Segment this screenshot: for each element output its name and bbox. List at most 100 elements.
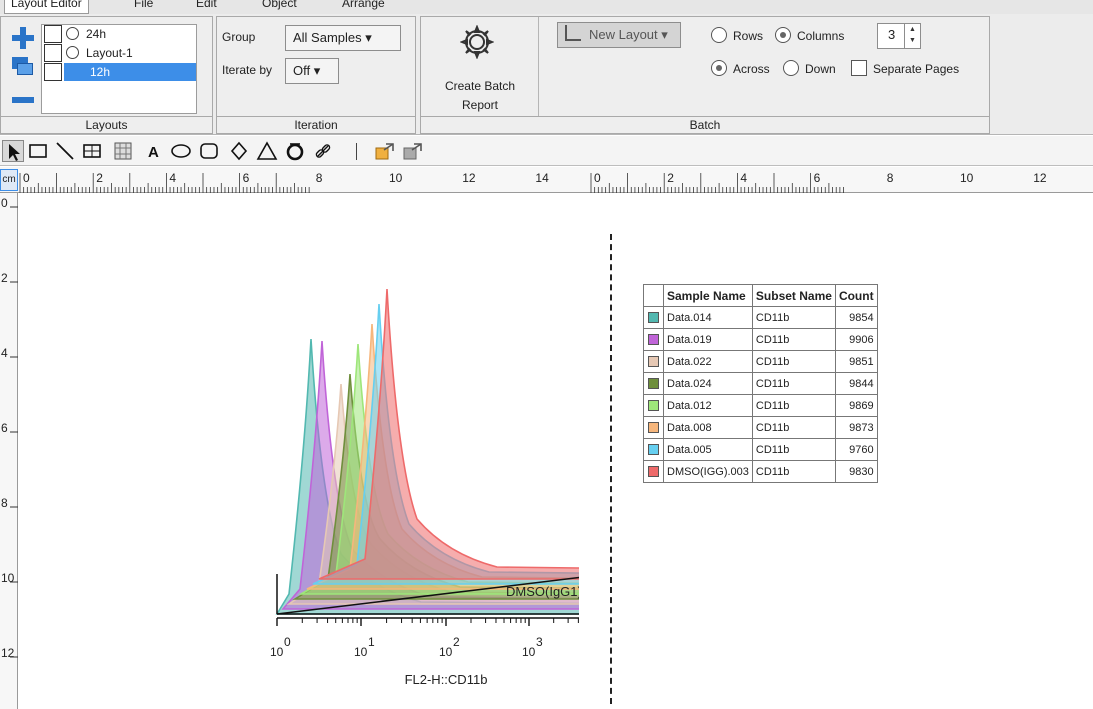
legend-sample-name: Data.005 (663, 438, 753, 461)
legend-count: 9844 (834, 372, 878, 395)
legend-sample-name: Data.008 (663, 416, 753, 439)
color-swatch (648, 400, 659, 412)
ruler-label: 2 (667, 171, 674, 185)
legend-row[interactable]: Data.005 CD11b 9760 (643, 438, 878, 461)
histogram-overlay-plot[interactable]: 100101102103104 DMSO(IgG1) FL2-H::CD11b (19, 194, 579, 709)
legend-sample-name: DMSO(IGG).003 (663, 460, 753, 483)
vertical-ruler[interactable]: 0 2 4 6 8 10 12 (0, 193, 18, 709)
legend-swatch-cell (643, 460, 664, 483)
layout-checkbox[interactable] (44, 44, 62, 62)
legend-sample-name: Data.012 (663, 394, 753, 417)
layout-radio[interactable] (66, 27, 79, 40)
down-radio[interactable] (783, 60, 799, 76)
pointer-tool-icon[interactable] (2, 140, 24, 162)
triangle-tool-icon[interactable] (256, 140, 278, 162)
sample-legend-table[interactable]: Sample Name Subset Name Count Data.014 CD… (643, 284, 878, 483)
ruler-label: 10 (1, 571, 15, 585)
down-label: Down (805, 62, 836, 76)
legend-row[interactable]: Data.022 CD11b 9851 (643, 350, 878, 373)
line-tool-icon[interactable] (54, 140, 76, 162)
legend-sample-name: Data.019 (663, 328, 753, 351)
rows-radio[interactable] (711, 27, 727, 43)
layout-item-label: Layout-1 (86, 46, 133, 60)
legend-subset-name: CD11b (751, 394, 836, 417)
legend-body: Data.014 CD11b 9854 Data.019 CD11b 9906 Data.0… (643, 306, 878, 483)
create-batch-report-button[interactable]: Create Batch Report (421, 17, 539, 116)
ruler-label: 0 (1, 196, 8, 210)
across-radio[interactable] (711, 60, 727, 76)
send-backward-icon[interactable] (402, 140, 424, 162)
selection-highlight (64, 63, 196, 81)
rounded-rect-tool-icon[interactable] (198, 140, 220, 162)
add-layout-icon[interactable] (12, 27, 34, 49)
vertical-ruler-ticks: 0 2 4 6 8 10 12 (1, 196, 18, 660)
layout-item-12h[interactable]: 12h (42, 63, 196, 81)
ruler-label: 2 (1, 271, 8, 285)
columns-label: Columns (797, 29, 845, 43)
ellipse-tool-icon[interactable] (170, 140, 192, 162)
legend-subset-name: CD11b (751, 372, 836, 395)
layout-item-24h[interactable]: 24h (42, 25, 196, 43)
layouts-group: 24h Layout-1 12h Layouts (0, 16, 213, 134)
grid-tool-icon[interactable] (112, 140, 134, 162)
legend-count: 9830 (834, 460, 878, 483)
duplicate-layout-icon[interactable] (12, 57, 34, 75)
layout-list[interactable]: 24h Layout-1 12h (41, 24, 197, 114)
text-tool-icon[interactable]: A (142, 140, 164, 162)
ruler-label: 6 (1, 421, 8, 435)
legend-row[interactable]: Data.008 CD11b 9873 (643, 416, 878, 439)
bring-forward-icon[interactable] (374, 140, 396, 162)
table-tool-icon[interactable] (81, 140, 103, 162)
new-layout-button[interactable]: New Layout ▾ (557, 22, 681, 48)
histogram-curves (275, 288, 579, 615)
create-batch-label-2: Report (461, 98, 499, 112)
legend-row[interactable]: DMSO(IGG).003 CD11b 9830 (643, 460, 878, 483)
color-swatch (648, 312, 659, 324)
ribbon: 24h Layout-1 12h Layouts Group All Sampl… (0, 14, 1093, 135)
ruler-label: 4 (740, 171, 747, 185)
group-by-label: Group (222, 30, 256, 44)
layout-checkbox[interactable] (44, 63, 62, 81)
group-dropdown[interactable]: All Samples ▾ (285, 25, 401, 51)
create-batch-label-1: Create Batch (444, 79, 516, 93)
svg-text:A: A (148, 144, 159, 161)
link-tool-icon[interactable] (312, 140, 334, 162)
tab-file[interactable]: File (128, 0, 159, 14)
columns-radio[interactable] (775, 27, 791, 43)
remove-layout-icon[interactable] (12, 97, 34, 103)
stepper-arrows-icon[interactable]: ▲ ▼ (904, 24, 920, 48)
x-tick-label: 10 (439, 645, 453, 659)
x-tick-label: 10 (354, 645, 368, 659)
legend-row[interactable]: Data.019 CD11b 9906 (643, 328, 878, 351)
diamond-tool-icon[interactable] (228, 140, 250, 162)
ruler-label: 8 (1, 496, 8, 510)
rows-label: Rows (733, 29, 764, 43)
legend-swatch-cell (643, 438, 664, 461)
legend-count: 9851 (834, 350, 878, 373)
legend-swatch-cell (643, 306, 664, 329)
iteration-group-label: Iteration (217, 116, 415, 133)
color-swatch (648, 356, 659, 368)
separate-pages-checkbox[interactable] (851, 60, 867, 76)
count-stepper[interactable]: 3 ▲ ▼ (877, 23, 921, 49)
ruler-label: 2 (96, 171, 103, 185)
legend-count: 9906 (834, 328, 878, 351)
iterate-by-dropdown[interactable]: Off ▾ (285, 58, 339, 84)
tab-object[interactable]: Object (256, 0, 303, 14)
legend-row[interactable]: Data.012 CD11b 9869 (643, 394, 878, 417)
rectangle-tool-icon[interactable] (27, 140, 49, 162)
layout-item-layout-1[interactable]: Layout-1 (42, 44, 196, 62)
legend-row[interactable]: Data.024 CD11b 9844 (643, 372, 878, 395)
layout-radio[interactable] (66, 46, 79, 59)
legend-header-subset: Subset Name (751, 284, 836, 307)
horizontal-ruler[interactable]: cm 0 2 4 6 8 10 12 14 0 2 4 6 8 10 12 (0, 167, 1093, 193)
layout-checkbox[interactable] (44, 25, 62, 43)
tab-layout-editor[interactable]: Layout Editor (4, 0, 89, 14)
legend-row[interactable]: Data.014 CD11b 9854 (643, 306, 878, 329)
polygon-tool-icon[interactable] (284, 140, 306, 162)
layout-canvas[interactable]: 100101102103104 DMSO(IgG1) FL2-H::CD11b … (19, 194, 1093, 709)
iterate-by-label: Iterate by (222, 63, 273, 77)
tab-edit[interactable]: Edit (190, 0, 223, 14)
x-axis-label: FL2-H::CD11b (405, 672, 488, 687)
tab-arrange[interactable]: Arrange (336, 0, 391, 14)
